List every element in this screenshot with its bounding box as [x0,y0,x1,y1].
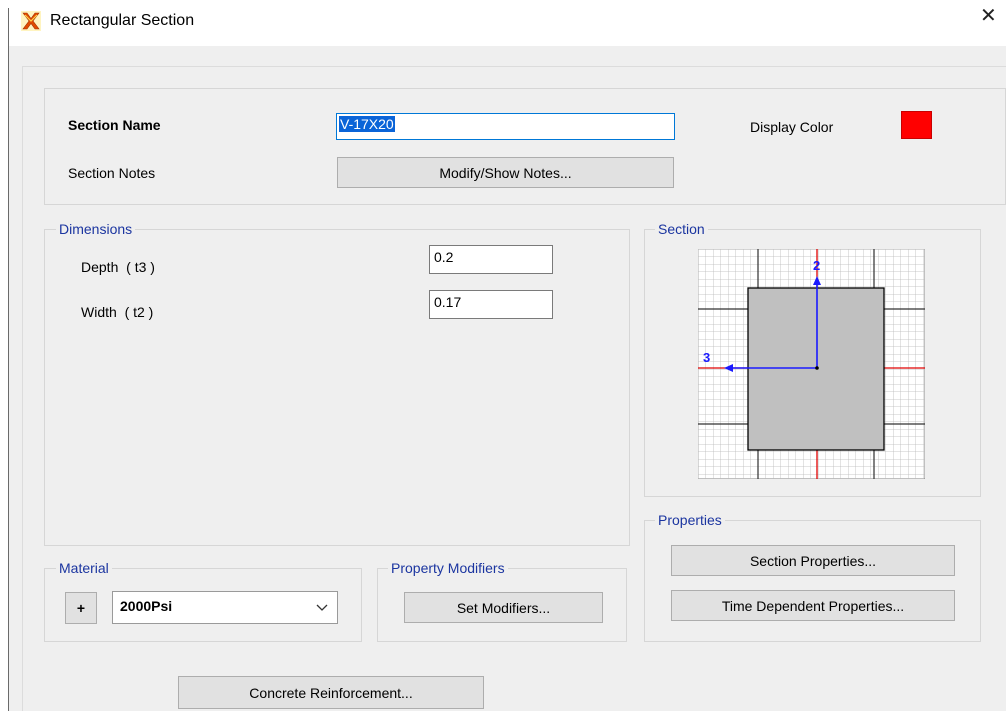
property-modifiers-legend: Property Modifiers [388,560,508,576]
section-name-value: V-17X20 [339,116,395,132]
depth-label: Depth ( t3 ) [81,259,155,275]
time-dependent-properties-button[interactable]: Time Dependent Properties... [671,590,955,621]
section-preview-canvas: 2 3 [698,249,925,479]
properties-legend: Properties [655,512,725,528]
concrete-reinforcement-button[interactable]: Concrete Reinforcement... [178,676,484,709]
set-modifiers-button[interactable]: Set Modifiers... [404,592,603,623]
window-title: Rectangular Section [50,12,195,29]
material-legend: Material [56,560,112,576]
material-select[interactable]: 2000Psi [112,591,338,624]
close-icon[interactable]: ✕ [980,6,997,26]
chevron-down-icon [316,604,328,611]
material-selected-value: 2000Psi [120,598,173,614]
section-notes-label: Section Notes [68,165,156,181]
depth-input[interactable]: 0.2 [429,245,553,274]
section-properties-button[interactable]: Section Properties... [671,545,955,576]
axis-2-label: 2 [813,258,820,273]
sap2000-x-icon [21,11,41,31]
dimensions-legend: Dimensions [56,221,136,237]
dimensions-group [44,229,630,546]
section-legend: Section [655,221,708,237]
add-material-button[interactable]: + [65,592,97,624]
properties-group [644,520,981,642]
display-color-swatch[interactable] [901,111,932,139]
modify-show-notes-button[interactable]: Modify/Show Notes... [337,157,674,188]
section-name-label: Section Name [68,117,161,133]
width-input[interactable]: 0.17 [429,290,553,319]
display-color-label: Display Color [750,119,834,135]
width-label: Width ( t2 ) [81,304,154,320]
axis-3-label: 3 [703,350,710,365]
section-name-input[interactable]: V-17X20 [336,113,675,140]
